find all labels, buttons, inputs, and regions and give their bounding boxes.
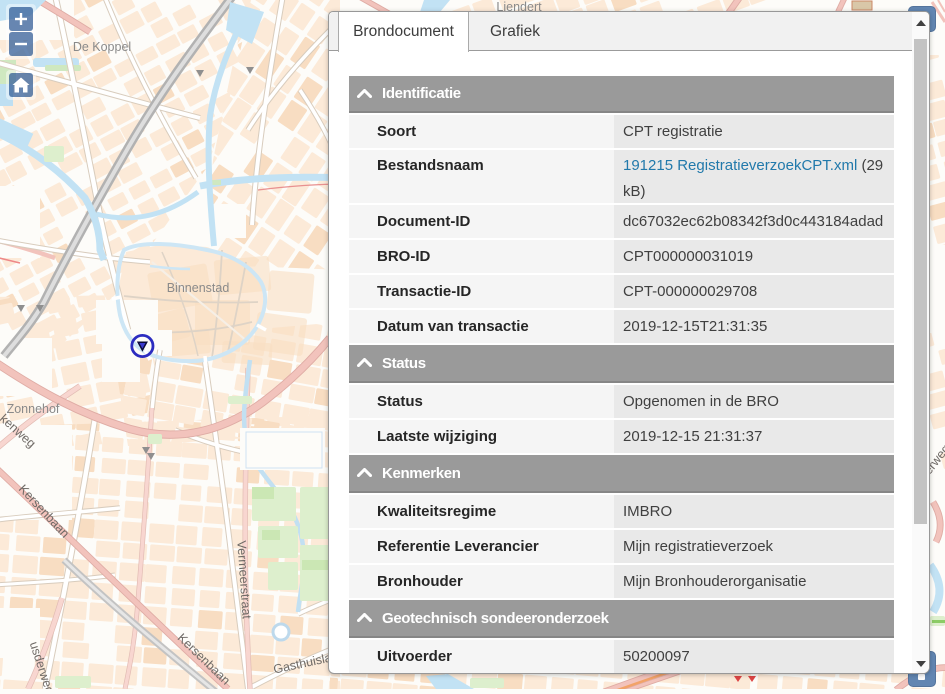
svg-text:Zonnehof: Zonnehof: [7, 402, 60, 416]
svg-text:De Koppel: De Koppel: [73, 40, 131, 54]
svg-text:Binnenstad: Binnenstad: [167, 281, 230, 295]
